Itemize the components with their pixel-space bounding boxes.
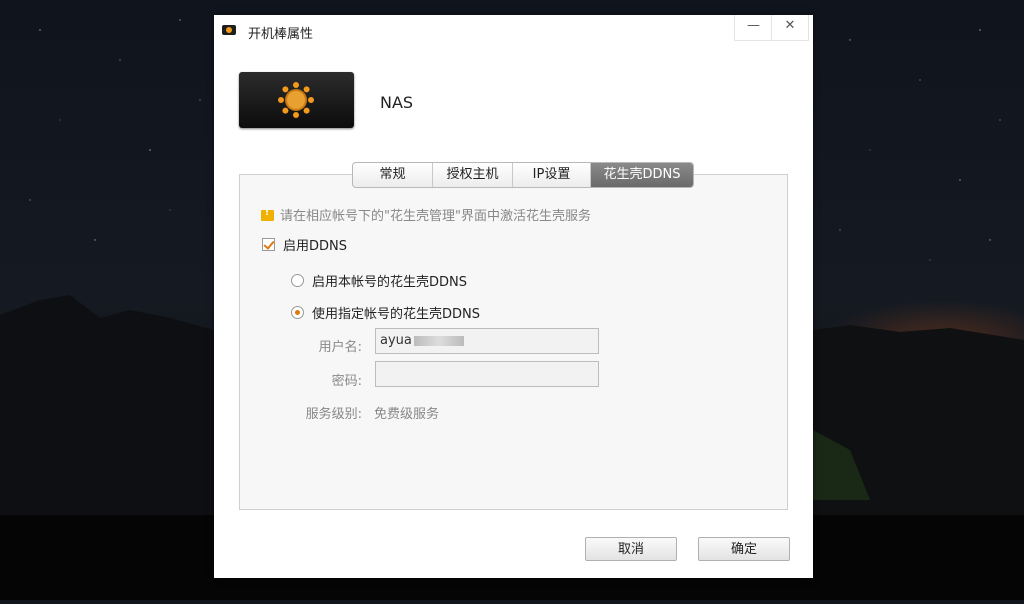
device-logo [239, 72, 354, 128]
tab-authorized-hosts[interactable]: 授权主机 [433, 163, 513, 187]
tab-bar: 常规 授权主机 IP设置 花生壳DDNS [352, 162, 694, 188]
enable-ddns-label: 启用DDNS [283, 239, 347, 254]
tab-ip-settings[interactable]: IP设置 [513, 163, 591, 187]
service-level-value: 免费级服务 [374, 407, 440, 422]
option-specified-account-label: 使用指定帐号的花生壳DDNS [312, 307, 480, 322]
password-label: 密码: [331, 374, 362, 389]
minimize-button[interactable]: — [734, 15, 772, 41]
notice-text: 请在相应帐号下的"花生壳管理"界面中激活花生壳服务 [261, 205, 591, 224]
option-specified-account[interactable]: 使用指定帐号的花生壳DDNS [291, 303, 480, 322]
ok-button[interactable]: 确定 [698, 537, 790, 561]
properties-dialog: 开机棒属性 — ✕ NAS 常规 授权主机 IP设置 花生壳DDNS 请在相应帐… [214, 15, 813, 578]
warning-icon [261, 208, 274, 221]
radio-icon[interactable] [291, 274, 304, 287]
tab-general[interactable]: 常规 [353, 163, 433, 187]
title-bar[interactable]: 开机棒属性 — ✕ [214, 15, 813, 47]
notice-label: 请在相应帐号下的"花生壳管理"界面中激活花生壳服务 [280, 209, 591, 224]
enable-ddns-checkbox[interactable] [262, 238, 275, 251]
app-icon [222, 25, 236, 35]
radio-icon[interactable] [291, 306, 304, 319]
cancel-button[interactable]: 取消 [585, 537, 677, 561]
username-label: 用户名: [318, 340, 362, 355]
password-field[interactable] [375, 361, 599, 387]
close-button[interactable]: ✕ [771, 15, 809, 41]
option-own-account-label: 启用本帐号的花生壳DDNS [312, 275, 467, 290]
window-title: 开机棒属性 [248, 27, 314, 42]
service-level-label: 服务级别: [305, 407, 362, 422]
device-name: NAS [380, 93, 414, 112]
tab-oray-ddns[interactable]: 花生壳DDNS [591, 163, 693, 187]
option-own-account[interactable]: 启用本帐号的花生壳DDNS [291, 271, 467, 290]
username-value: ayua [380, 333, 412, 348]
redacted-text [413, 335, 464, 346]
username-field[interactable]: ayua [375, 328, 599, 354]
enable-ddns-row[interactable]: 启用DDNS [262, 235, 347, 254]
sunflower-logo-icon [278, 82, 314, 118]
